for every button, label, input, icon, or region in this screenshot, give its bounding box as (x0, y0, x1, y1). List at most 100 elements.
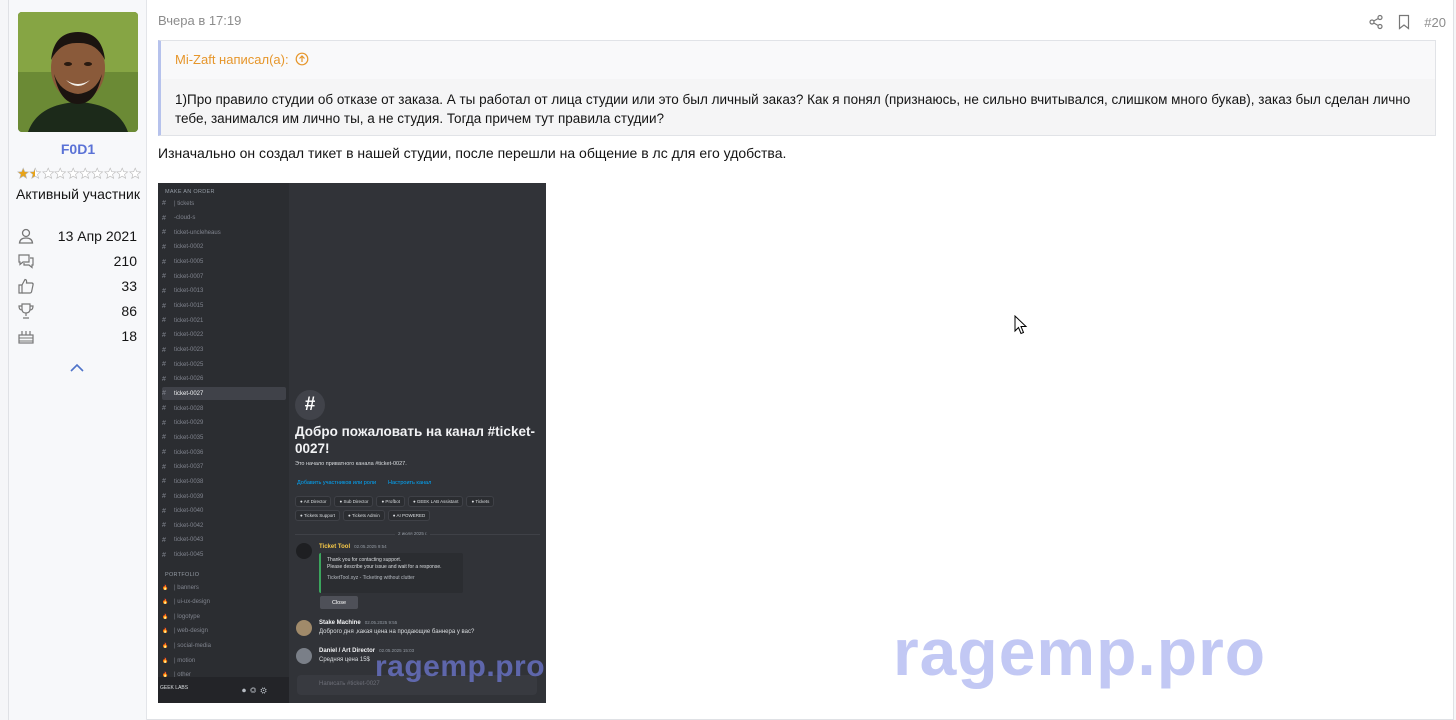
bookmark-icon[interactable] (1396, 14, 1412, 30)
discord-channel: # ticket-uncleheaus (162, 226, 286, 239)
hashtag-icon: # (162, 419, 166, 427)
star-icon (29, 167, 42, 179)
discord-msg2-author: Daniel / Art Director (319, 648, 376, 654)
discord-channel-name: ticket-0037 (174, 464, 204, 471)
discord-channel: # ticket-0036 (162, 446, 286, 459)
discord-date-label: 2 июля 2025 г. (395, 531, 431, 536)
discord-bot-name: Ticket Tool 02.05.2025 9:54 (319, 544, 387, 550)
star-icon (91, 167, 104, 179)
discord-channel-name: ticket-0025 (174, 361, 204, 368)
fire-icon: 🔥 (162, 628, 169, 635)
user-title: Активный участник (16, 186, 140, 202)
discord-channel: 🔥 | banners (162, 581, 286, 594)
discord-channel-name: ticket-0035 (174, 434, 204, 441)
thumbs-up-icon (18, 278, 34, 294)
fire-icon: 🔥 (162, 642, 169, 649)
star-icon (116, 167, 129, 179)
discord-bot-time: 02.05.2025 9:54 (354, 544, 387, 549)
discord-msg-author: Stake Machine 02.05.2025 9:55 (319, 620, 397, 626)
hashtag-icon: # (162, 243, 166, 251)
hashtag-icon: # (295, 390, 325, 420)
discord-channel: # ticket-0005 (162, 256, 286, 269)
rating-stars (17, 167, 141, 181)
chevron-up-icon[interactable] (68, 361, 86, 375)
discord-channel-name: ticket-0026 (174, 376, 204, 383)
discord-sidebar: MAKE AN ORDER # | tickets # -cloud-s # ticket… (158, 183, 289, 703)
discord-channel: # ticket-0037 (162, 461, 286, 474)
discord-channel-name: | web-design (174, 628, 208, 635)
post-date[interactable]: Вчера в 17:19 (158, 13, 241, 28)
bot-avatar (296, 543, 312, 559)
discord-channel-name: ticket-0029 (174, 420, 204, 427)
discord-channel: # ticket-0023 (162, 344, 286, 357)
quote-author[interactable]: Mi-Zaft написал(а): (175, 52, 289, 67)
discord-channel-name: ticket-0007 (174, 273, 204, 280)
hashtag-icon: # (162, 287, 166, 295)
discord-role-chip: ● Tickets Support (295, 510, 340, 521)
star-icon (128, 167, 141, 179)
discord-msg1-time: 02.05.2025 9:55 (364, 620, 398, 625)
discord-channel: # ticket-0025 (162, 358, 286, 371)
avatar[interactable] (18, 12, 138, 132)
discord-user-bar-label: GEEK LABS (160, 685, 189, 691)
discord-channel-name: | social-media (174, 642, 211, 649)
hashtag-icon: # (162, 405, 166, 413)
hashtag-icon: # (162, 361, 166, 369)
post-actions: #20 (1368, 14, 1446, 30)
attached-screenshot[interactable]: MAKE AN ORDER # | tickets # -cloud-s # ticket… (158, 183, 546, 703)
discord-channel: # -cloud-s (162, 212, 286, 225)
screenshot-watermark: ragemp.pro (375, 650, 546, 683)
discord-channel-name: | ui-ux-design (174, 599, 210, 606)
discord-msg1-author: Stake Machine (319, 620, 361, 626)
discord-role-chip: ● Tickets Admin (342, 510, 385, 521)
quote-header[interactable]: Mi-Zaft написал(а): (161, 41, 1435, 79)
hashtag-icon: # (162, 390, 166, 398)
fire-icon: 🔥 (162, 584, 169, 591)
discord-channel-name: ticket-0022 (174, 332, 204, 339)
hashtag-icon: # (162, 449, 166, 457)
stat-value: 33 (121, 278, 137, 294)
discord-channel-name: | banners (174, 584, 199, 591)
post-number[interactable]: #20 (1424, 15, 1446, 30)
arrow-up-circle-icon[interactable] (295, 52, 309, 66)
discord-channel: # ticket-0028 (162, 402, 286, 415)
discord-channel-name: ticket-0040 (174, 508, 204, 515)
discord-channel-name: ticket-0021 (174, 317, 204, 324)
discord-channel-name: ticket-0015 (174, 303, 204, 310)
discord-role-chip: ● Tickets (466, 496, 495, 507)
discord-channel-name: ticket-0036 (174, 449, 204, 456)
discord-channel: 🔥 | motion (162, 654, 286, 667)
hashtag-icon: # (162, 346, 166, 354)
mic-headset-gear-icon: ⏺◎⚙ (242, 686, 271, 695)
discord-category: PORTFOLIO (165, 572, 200, 578)
discord-channel-name: ticket-0023 (174, 347, 204, 353)
hashtag-icon: # (162, 434, 166, 442)
trophy-icon (18, 303, 34, 319)
discord-channel-name: | motion (174, 657, 196, 664)
discord-embed: Thank you for contacting support. Please… (319, 553, 463, 593)
star-icon (41, 167, 55, 179)
star-icon (17, 167, 30, 179)
star-icon (54, 167, 67, 179)
hashtag-icon: # (162, 258, 166, 266)
page-watermark: ragemp.pro (893, 615, 1267, 689)
hashtag-icon: # (162, 478, 166, 486)
fire-icon: 🔥 (162, 613, 169, 620)
hashtag-icon: # (162, 229, 166, 237)
discord-channel-name: ticket-0039 (174, 493, 204, 500)
discord-channel: # ticket-0015 (162, 300, 286, 313)
discord-channel: 🔥 | web-design (162, 625, 286, 638)
discord-channel: # ticket-0021 (162, 314, 286, 327)
cake-icon (18, 331, 34, 344)
stat-points: 86 (17, 300, 137, 322)
discord-role-chip: ● Profbot (376, 496, 405, 507)
discord-channel: # ticket-0027 (162, 387, 286, 401)
discord-channel-name: ticket-0045 (174, 552, 204, 559)
discord-roles: ● Art Director ● Sub Director ● Profbot ● G… (295, 496, 540, 521)
discord-main: # Добро пожаловать на канал #ticket-0027… (289, 183, 546, 703)
discord-channel: 🔥 | logotype (162, 610, 286, 623)
discord-channel-name: | tickets (174, 200, 195, 207)
username[interactable]: F0D1 (9, 141, 147, 157)
share-icon[interactable] (1368, 14, 1384, 30)
hashtag-icon: # (162, 375, 166, 383)
